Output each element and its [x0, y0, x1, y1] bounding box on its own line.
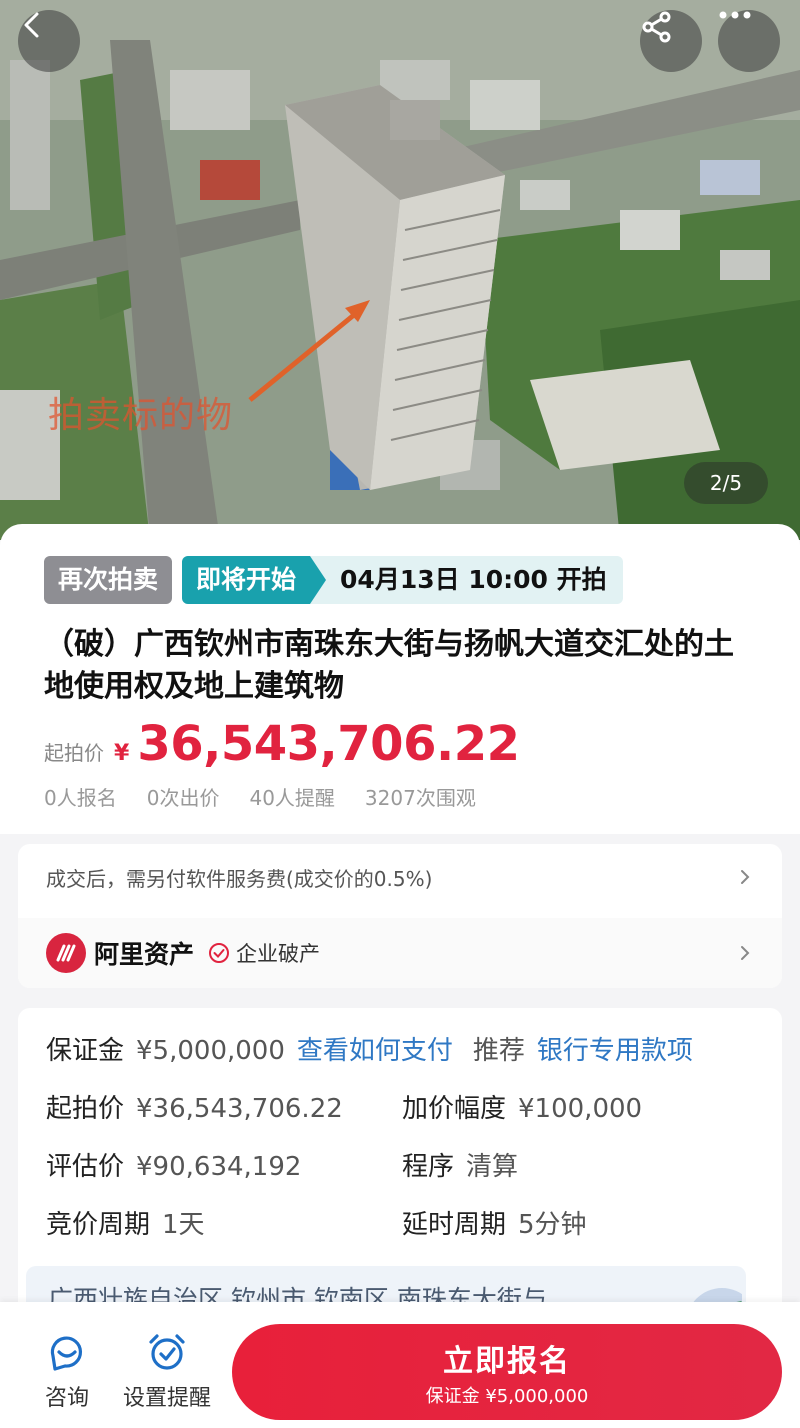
- back-button[interactable]: [18, 10, 80, 72]
- platform-brand: 阿里资产 企业破产: [46, 933, 320, 973]
- appraisal-label: 评估价: [46, 1152, 125, 1182]
- alarm-clock-icon: [149, 1334, 185, 1370]
- detail-start-price-label: 起拍价: [46, 1094, 125, 1124]
- aerial-photo: [0, 0, 800, 540]
- start-price-value: 36,543,706.22: [137, 716, 520, 772]
- reauction-badge: 再次拍卖: [44, 556, 173, 604]
- appraisal-procedure-row: 评估价 ¥90,634,192 程序 清算: [46, 1146, 754, 1204]
- how-to-pay-link[interactable]: 查看如何支付: [297, 1030, 453, 1067]
- bank-funds-link[interactable]: 银行专用款项: [537, 1030, 693, 1067]
- delay-period-value: 5分钟: [518, 1210, 587, 1240]
- starting-soon-tag: 即将开始: [182, 556, 327, 604]
- service-fee-text: 成交后，需另付软件服务费(成交价的0.5%): [46, 866, 433, 891]
- signup-deposit-note: 保证金 ¥5,000,000: [425, 1386, 589, 1407]
- back-chevron-icon: [24, 12, 39, 38]
- signup-label: 立即报名: [443, 1344, 571, 1379]
- bottom-action-bar: 咨询 设置提醒 立即报名 保证金 ¥5,000,000: [0, 1302, 800, 1428]
- signup-count: 0人报名: [44, 786, 117, 810]
- share-icon: [642, 11, 671, 43]
- signup-now-button[interactable]: 立即报名 保证金 ¥5,000,000: [232, 1324, 782, 1420]
- price-increment-row: 起拍价 ¥36,543,706.22 加价幅度 ¥100,000: [46, 1088, 754, 1146]
- ali-assets-logo-icon: [46, 933, 86, 973]
- platform-row[interactable]: 阿里资产 企业破产: [18, 918, 782, 988]
- more-button[interactable]: [718, 10, 780, 72]
- period-row: 竞价周期 1天 延时周期 5分钟: [46, 1204, 754, 1262]
- service-fee-row[interactable]: 成交后，需另付软件服务费(成交价的0.5%): [18, 844, 782, 910]
- bid-period-label: 竞价周期: [46, 1210, 151, 1240]
- consult-label: 咨询: [44, 1386, 89, 1411]
- bid-period-value: 1天: [162, 1210, 205, 1240]
- image-pager: 2/5: [684, 462, 768, 504]
- procedure-value: 清算: [466, 1152, 519, 1182]
- currency-symbol: ¥: [114, 741, 130, 766]
- hero-image[interactable]: 拍卖标的物 2/5: [0, 0, 800, 540]
- platform-type: 企业破产: [236, 942, 321, 966]
- share-button[interactable]: [640, 10, 702, 72]
- deposit-label: 保证金: [46, 1036, 125, 1066]
- start-time-text: 04月13日 10:00 开拍: [340, 565, 607, 594]
- item-title: （破）广西钦州市南珠东大街与扬帆大道交汇处的土地使用权及地上建筑物: [44, 627, 734, 704]
- delay-period-label: 延时周期: [402, 1210, 507, 1240]
- increment-value: ¥100,000: [518, 1094, 643, 1124]
- bid-count: 0次出价: [146, 786, 220, 810]
- annotation-label: 拍卖标的物: [48, 395, 234, 436]
- service-card: 成交后，需另付软件服务费(成交价的0.5%) 阿里资产 企业破产: [18, 844, 782, 988]
- verified-check-icon: [209, 943, 230, 963]
- detail-start-price-value: ¥36,543,706.22: [136, 1094, 343, 1124]
- platform-name: 阿里资产: [94, 940, 195, 969]
- stats-row: 0人报名 0次出价 40人提醒 3207次围观: [44, 782, 756, 811]
- reminder-count: 40人提醒: [249, 786, 335, 810]
- start-price-row: 起拍价 ¥ 36,543,706.22: [44, 716, 756, 772]
- auction-info-card: 再次拍卖 即将开始 04月13日 10:00 开拍 （破）广西钦州市南珠东大街与…: [0, 524, 800, 834]
- procedure-label: 程序: [402, 1152, 455, 1182]
- chevron-right-icon: [741, 946, 750, 960]
- recommend-label: 推荐: [472, 1036, 525, 1066]
- increment-label: 加价幅度: [402, 1094, 507, 1124]
- more-dots-icon: [719, 11, 751, 19]
- appraisal-value: ¥90,634,192: [136, 1152, 302, 1182]
- set-reminder-label: 设置提醒: [122, 1386, 211, 1411]
- start-time-badge: 即将开始 04月13日 10:00 开拍: [182, 556, 623, 604]
- status-row: 再次拍卖 即将开始 04月13日 10:00 开拍: [44, 556, 756, 604]
- view-count: 3207次围观: [364, 786, 476, 810]
- deposit-row: 保证金 ¥5,000,000 查看如何支付 推荐 银行专用款项: [46, 1030, 754, 1088]
- consult-chat-icon: [50, 1336, 82, 1371]
- set-reminder-button[interactable]: 设置提醒: [114, 1330, 220, 1412]
- start-price-label: 起拍价: [44, 741, 104, 765]
- deposit-value: ¥5,000,000: [136, 1036, 285, 1066]
- consult-button[interactable]: 咨询: [38, 1330, 96, 1412]
- chevron-right-icon: [741, 870, 750, 884]
